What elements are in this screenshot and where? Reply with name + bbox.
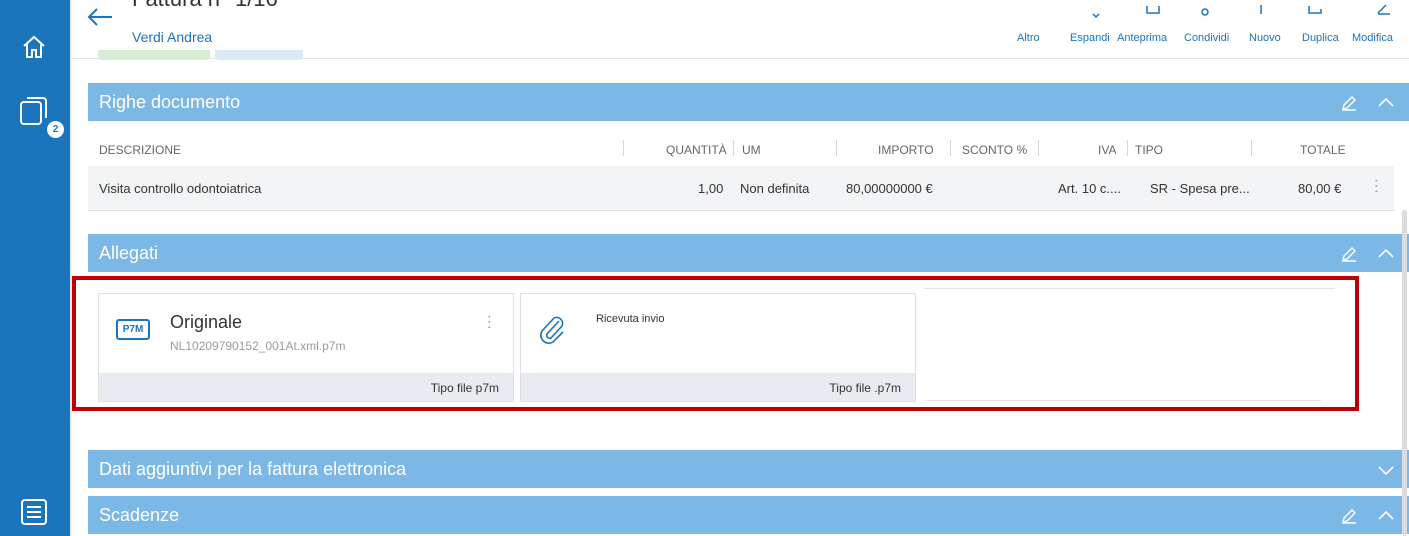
attachment-footer: Tipo file .p7m	[521, 373, 915, 401]
attachment-name: Originale	[170, 312, 243, 332]
share-icon[interactable]	[1200, 4, 1210, 22]
column-header[interactable]: TOTALE	[1300, 143, 1346, 157]
column-header[interactable]: IMPORTO	[878, 143, 934, 157]
status-tab-stub	[215, 50, 303, 60]
column-divider	[950, 140, 951, 156]
cell-importo: 80,00000000 €	[846, 181, 933, 196]
toolbar-nuovo[interactable]: Nuovo	[1249, 32, 1281, 44]
pencil-icon[interactable]	[1340, 507, 1358, 525]
attachment-card[interactable]: P7M Originale NL10209790152_001At.xml.p7…	[98, 293, 514, 402]
divider	[926, 400, 1321, 401]
attachment-file-type: Tipo file p7m	[430, 381, 499, 395]
back-arrow-icon[interactable]	[86, 6, 114, 33]
toolbar: Altro Espandi Anteprima Condividi Nuovo …	[72, 32, 1409, 46]
column-header[interactable]: QUANTITÀ	[666, 143, 727, 157]
section-title: Allegati	[99, 243, 159, 263]
column-divider	[1251, 140, 1252, 156]
toolbar-espandi[interactable]: Espandi	[1070, 32, 1110, 44]
section-actions	[1363, 450, 1395, 488]
section-actions	[1326, 496, 1395, 534]
chevron-down-icon[interactable]	[1377, 461, 1395, 479]
sidebar: 2	[0, 0, 70, 536]
section-scadenze[interactable]: Scadenze	[88, 496, 1409, 534]
column-header[interactable]: UM	[742, 143, 761, 157]
attachment-name: Ricevuta invio	[596, 313, 665, 325]
column-divider	[733, 140, 734, 156]
column-header[interactable]: IVA	[1098, 143, 1116, 157]
section-righe-documento[interactable]: Righe documento	[88, 83, 1409, 121]
section-title: Righe documento	[99, 92, 241, 112]
toolbar-altro[interactable]: Altro	[1017, 32, 1040, 44]
toolbar-anteprima[interactable]: Anteprima	[1117, 32, 1167, 44]
documents-count-badge: 2	[47, 121, 64, 138]
attachment-filename: NL10209790152_001At.xml.p7m	[170, 339, 346, 353]
expand-icon[interactable]	[1146, 2, 1160, 20]
cell-descrizione: Visita controllo odontoiatrica	[99, 181, 262, 196]
column-divider	[623, 140, 624, 156]
cell-quantita: 1,00	[698, 181, 724, 196]
document-header: Fattura n° 1/16 Verdi Andrea Altro Espan…	[72, 0, 1409, 60]
toolbar-duplica[interactable]: Duplica	[1302, 32, 1339, 44]
attachment-file-type: Tipo file .p7m	[829, 381, 901, 395]
pencil-icon[interactable]	[1340, 245, 1358, 263]
cell-iva: Art. 10 c....	[1058, 181, 1121, 196]
column-divider	[836, 140, 837, 156]
status-tab-stub	[98, 50, 210, 60]
scrollbar[interactable]	[1402, 210, 1407, 536]
chevron-up-icon[interactable]	[1377, 94, 1395, 112]
column-header[interactable]: DESCRIZIONE	[99, 143, 181, 157]
chevron-up-icon[interactable]	[1377, 245, 1395, 263]
edit-icon[interactable]	[1377, 2, 1391, 20]
duplicate-icon[interactable]	[1308, 2, 1324, 20]
more-chevron-icon[interactable]	[1092, 6, 1100, 24]
divider	[924, 288, 1335, 289]
cell-totale: 80,00 €	[1298, 181, 1342, 196]
section-actions	[1326, 234, 1395, 272]
section-actions	[1326, 83, 1395, 121]
page-title: Fattura n° 1/16	[132, 0, 278, 12]
toolbar-condividi[interactable]: Condividi	[1184, 32, 1229, 44]
table-header: DESCRIZIONE QUANTITÀ UM IMPORTO SCONTO %…	[88, 134, 1394, 167]
documents-icon[interactable]	[19, 94, 49, 125]
cell-tipo: SR - Spesa pre...	[1150, 181, 1250, 196]
section-title: Dati aggiuntivi per la fattura elettroni…	[99, 459, 407, 479]
table-row[interactable]: Visita controllo odontoiatrica 1,00 Non …	[88, 166, 1394, 211]
chevron-up-icon[interactable]	[1377, 507, 1395, 525]
section-allegati[interactable]: Allegati	[88, 234, 1409, 272]
column-divider	[1038, 140, 1039, 156]
section-dati-aggiuntivi[interactable]: Dati aggiuntivi per la fattura elettroni…	[88, 450, 1409, 488]
home-icon[interactable]	[19, 32, 49, 62]
column-divider	[1127, 140, 1128, 156]
new-icon[interactable]	[1259, 2, 1263, 20]
toolbar-modifica[interactable]: Modifica	[1352, 32, 1393, 44]
menu-list-icon[interactable]	[19, 497, 49, 527]
main-content: Fattura n° 1/16 Verdi Andrea Altro Espan…	[72, 0, 1409, 536]
pencil-icon[interactable]	[1340, 94, 1358, 112]
column-header[interactable]: TIPO	[1135, 143, 1163, 157]
attachment-menu-icon[interactable]: ···	[481, 314, 498, 330]
section-title: Scadenze	[99, 505, 180, 525]
row-menu-icon[interactable]: ···	[1368, 178, 1385, 194]
p7m-file-icon: P7M	[116, 319, 150, 340]
column-header[interactable]: SCONTO %	[962, 143, 1027, 157]
attachment-footer: Tipo file p7m	[99, 373, 513, 401]
paperclip-icon	[537, 312, 567, 353]
attachment-card[interactable]: Ricevuta invio Tipo file .p7m	[520, 293, 916, 402]
cell-um: Non definita	[740, 181, 810, 196]
